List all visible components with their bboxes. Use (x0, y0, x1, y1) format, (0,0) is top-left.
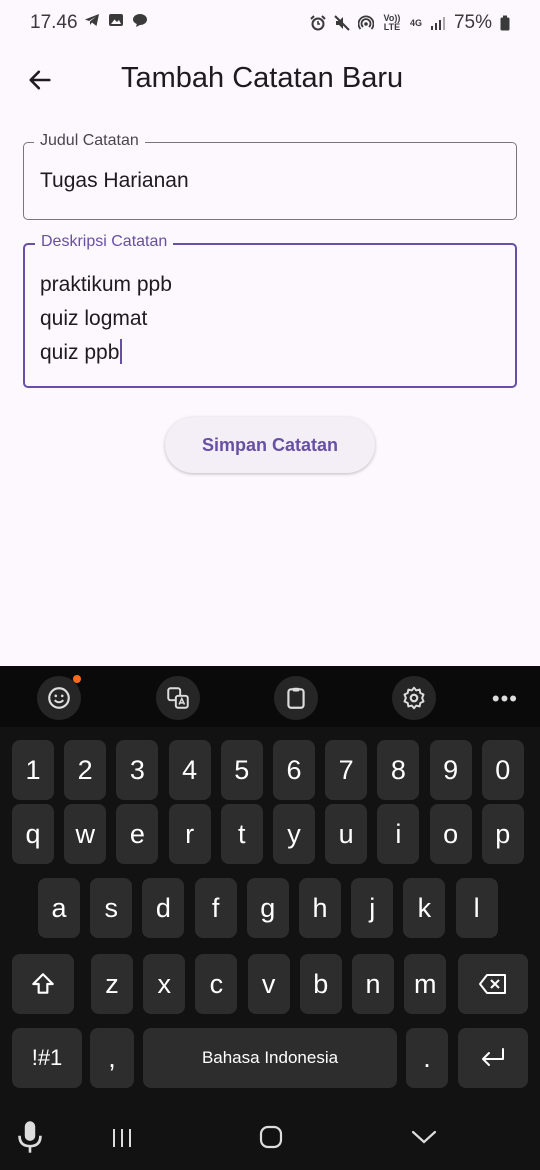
volte-indicator: Vo)) LTE (383, 13, 401, 32)
recent-apps-icon[interactable] (110, 1126, 134, 1150)
key-g[interactable]: g (246, 878, 289, 938)
shift-icon (32, 973, 54, 994)
key-j[interactable]: j (351, 878, 394, 938)
status-system-icons: Vo)) LTE 4G 75% (310, 12, 510, 34)
text-caret (120, 339, 123, 364)
clipboard-icon (287, 687, 305, 709)
key-s[interactable]: s (90, 878, 133, 938)
chevron-down-icon[interactable] (410, 1126, 438, 1148)
description-field[interactable]: Deskripsi Catatan praktikum ppb quiz log… (23, 233, 517, 388)
key-6[interactable]: 6 (273, 740, 315, 800)
more-icon[interactable]: ••• (492, 686, 518, 712)
status-notification-icons (84, 12, 148, 28)
key-8[interactable]: 8 (377, 740, 420, 800)
battery-icon (500, 15, 510, 31)
key-f[interactable]: f (194, 878, 237, 938)
key-4[interactable]: 4 (168, 740, 211, 800)
hotspot-icon (357, 15, 374, 30)
key-2[interactable]: 2 (64, 740, 107, 800)
title-field-label: Judul Catatan (34, 132, 145, 150)
comma-key[interactable]: , (90, 1028, 134, 1088)
key-t[interactable]: t (220, 804, 263, 864)
app-bar: Tambah Catatan Baru (0, 50, 540, 110)
key-w[interactable]: w (64, 804, 107, 864)
title-field-value[interactable]: Tugas Harianan (40, 169, 189, 193)
symbols-key[interactable]: !#1 (12, 1028, 82, 1088)
key-x[interactable]: x (143, 954, 186, 1014)
key-7[interactable]: 7 (325, 740, 368, 800)
settings-icon (403, 686, 425, 710)
backspace-icon (479, 974, 506, 994)
title-field[interactable]: Judul Catatan Tugas Harianan (23, 132, 517, 220)
key-b[interactable]: b (299, 954, 342, 1014)
shift-key[interactable] (12, 954, 74, 1014)
key-r[interactable]: r (168, 804, 211, 864)
network-type: 4G (409, 17, 422, 28)
translate-button[interactable] (156, 676, 200, 720)
status-bar: 17.46 Vo)) LTE 4G 75% (0, 0, 540, 44)
key-d[interactable]: d (142, 878, 185, 938)
key-y[interactable]: y (273, 804, 315, 864)
telegram-icon (85, 14, 99, 26)
key-z[interactable]: z (91, 954, 133, 1014)
description-line: quiz ppb (40, 341, 120, 364)
description-line: quiz logmat (40, 307, 148, 330)
emoji-icon (48, 687, 70, 709)
key-i[interactable]: i (377, 804, 420, 864)
key-9[interactable]: 9 (429, 740, 472, 800)
navigation-bar (0, 1106, 540, 1170)
settings-button[interactable] (392, 676, 436, 720)
key-u[interactable]: u (325, 804, 368, 864)
key-c[interactable]: c (195, 954, 238, 1014)
signal-icon (430, 17, 445, 30)
clipboard-button[interactable] (274, 676, 318, 720)
key-q[interactable]: q (12, 804, 54, 864)
keyboard-toolbar: ••• (0, 666, 540, 727)
space-key[interactable]: Bahasa Indonesia (143, 1028, 397, 1088)
enter-key[interactable] (458, 1028, 528, 1088)
alarm-icon (310, 15, 326, 31)
key-m[interactable]: m (404, 954, 447, 1014)
save-button[interactable]: Simpan Catatan (165, 417, 375, 473)
key-l[interactable]: l (455, 878, 498, 938)
notification-dot (73, 675, 81, 683)
backspace-key[interactable] (458, 954, 528, 1014)
key-h[interactable]: h (299, 878, 341, 938)
microphone-icon[interactable] (16, 1120, 44, 1154)
chat-icon (133, 14, 147, 27)
enter-icon (482, 1048, 504, 1066)
home-icon[interactable] (258, 1124, 284, 1150)
battery-percent: 75% (453, 12, 492, 33)
key-1[interactable]: 1 (12, 740, 54, 800)
key-e[interactable]: e (116, 804, 159, 864)
translate-icon (167, 687, 189, 709)
page-title: Tambah Catatan Baru (121, 62, 404, 94)
period-key[interactable]: . (406, 1028, 448, 1088)
status-time: 17.46 (30, 12, 78, 33)
key-p[interactable]: p (481, 804, 524, 864)
arrow-left-icon (29, 70, 51, 90)
image-icon (109, 14, 123, 26)
description-text[interactable]: praktikum ppb quiz logmat quiz ppb (40, 268, 172, 370)
description-field-label: Deskripsi Catatan (35, 233, 174, 251)
key-v[interactable]: v (247, 954, 290, 1014)
mute-icon (334, 15, 350, 31)
key-o[interactable]: o (429, 804, 472, 864)
key-3[interactable]: 3 (116, 740, 159, 800)
key-5[interactable]: 5 (220, 740, 263, 800)
keyboard: ••• 1234567890 qwertyuiop asdfghjkl zxcvbnm… (0, 666, 540, 1170)
key-n[interactable]: n (352, 954, 394, 1014)
back-button[interactable] (22, 62, 58, 98)
description-line: praktikum ppb (40, 273, 172, 296)
key-0[interactable]: 0 (481, 740, 524, 800)
key-a[interactable]: a (38, 878, 80, 938)
key-k[interactable]: k (403, 878, 446, 938)
